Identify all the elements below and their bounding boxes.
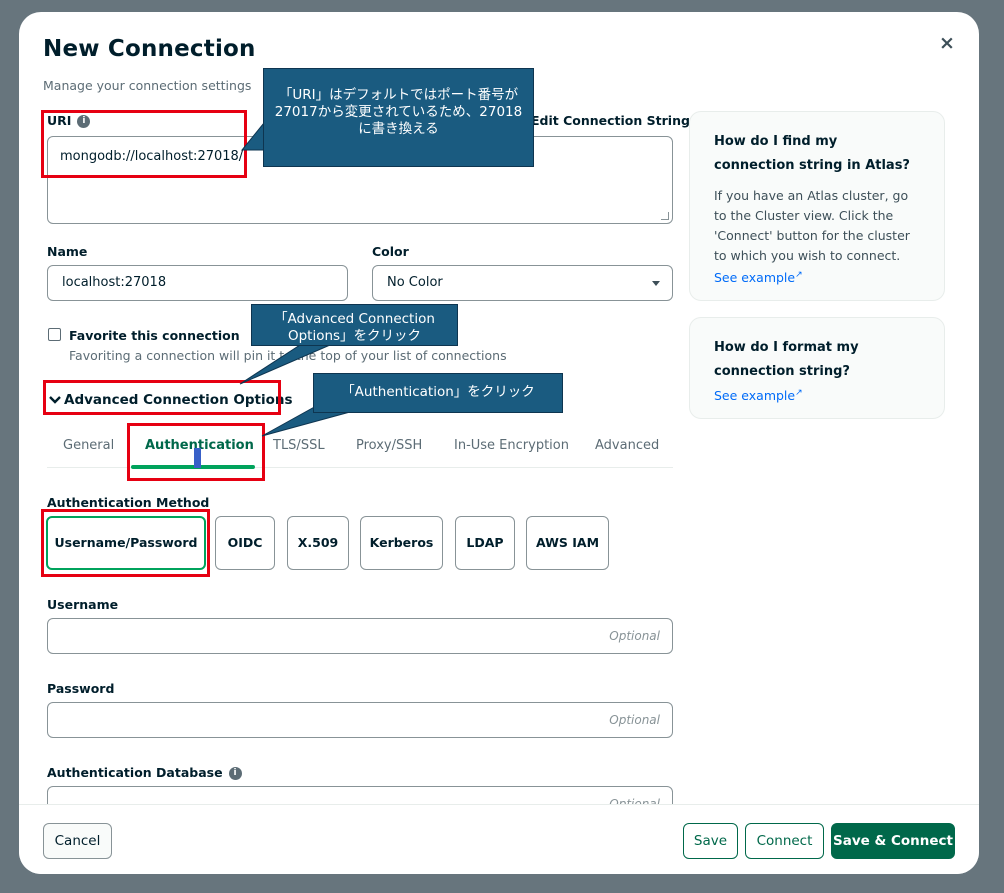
callout-uri-note: 「URI」はデフォルトではポート番号が27017から変更されているため、2701… [263,68,534,167]
callout-advanced-note: 「Advanced Connection Options」をクリック [251,304,458,346]
callout-auth-note: 「Authentication」をクリック [313,373,563,413]
